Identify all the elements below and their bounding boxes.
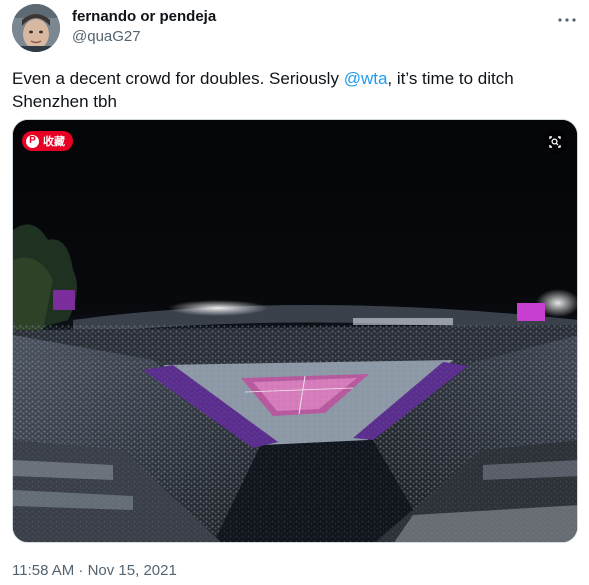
search-image-icon bbox=[549, 136, 561, 148]
display-name[interactable]: fernando or pendeja bbox=[72, 7, 216, 27]
profile-photo-icon bbox=[12, 4, 60, 52]
avatar[interactable] bbox=[12, 4, 60, 52]
more-options-button[interactable] bbox=[555, 8, 579, 32]
visual-search-button[interactable] bbox=[543, 130, 567, 154]
tweet-timestamp[interactable]: 11:58 AM · Nov 15, 2021 bbox=[12, 561, 177, 581]
tweet-header: fernando or pendeja @quaG27 bbox=[12, 4, 579, 54]
pinterest-icon: P bbox=[26, 134, 39, 148]
user-handle[interactable]: @quaG27 bbox=[72, 27, 216, 47]
stadium-photo bbox=[13, 120, 577, 542]
pinterest-save-button[interactable]: P 收藏 bbox=[22, 131, 73, 151]
tweet-text: Even a decent crowd for doubles. Serious… bbox=[12, 67, 572, 113]
more-icon bbox=[558, 18, 576, 22]
tweet-photo[interactable]: P 收藏 bbox=[12, 119, 578, 543]
save-badge-label: 收藏 bbox=[43, 136, 65, 148]
mention-link[interactable]: @wta bbox=[344, 69, 388, 88]
tweet-text-part-1: Even a decent crowd for doubles. Serious… bbox=[12, 69, 344, 88]
author-names: fernando or pendeja @quaG27 bbox=[72, 7, 216, 47]
